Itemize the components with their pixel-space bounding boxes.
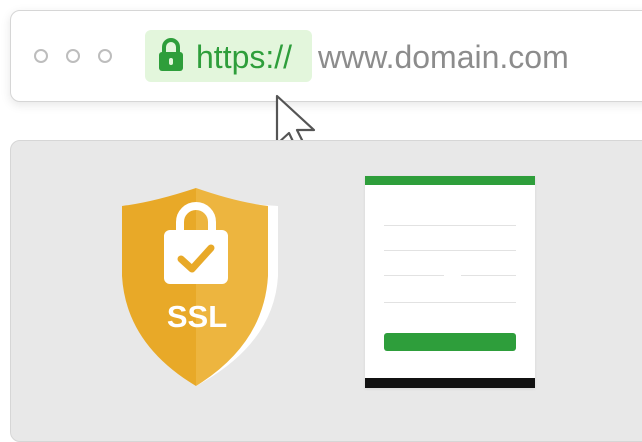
- window-control-dot[interactable]: [34, 49, 48, 63]
- form-submit-button[interactable]: [384, 333, 516, 351]
- url-scheme[interactable]: https://: [196, 39, 292, 75]
- form-field-line: [461, 275, 516, 276]
- form-header-bar: [365, 176, 535, 185]
- shield-padlock-check-icon: [122, 188, 278, 386]
- url-host[interactable]: www.domain.com: [318, 39, 569, 75]
- website-preview: [10, 140, 642, 442]
- form-field-line: [384, 275, 444, 276]
- window-control-dot[interactable]: [66, 49, 80, 63]
- form-footer-bar: [365, 378, 535, 388]
- form-field-line: [384, 302, 516, 303]
- form-field-line: [384, 225, 516, 226]
- ssl-badge-label: SSL: [166, 299, 228, 334]
- window-control-dot[interactable]: [98, 49, 112, 63]
- web-form-document: [365, 176, 535, 388]
- lock-icon: [159, 38, 183, 71]
- form-field-line: [384, 250, 516, 251]
